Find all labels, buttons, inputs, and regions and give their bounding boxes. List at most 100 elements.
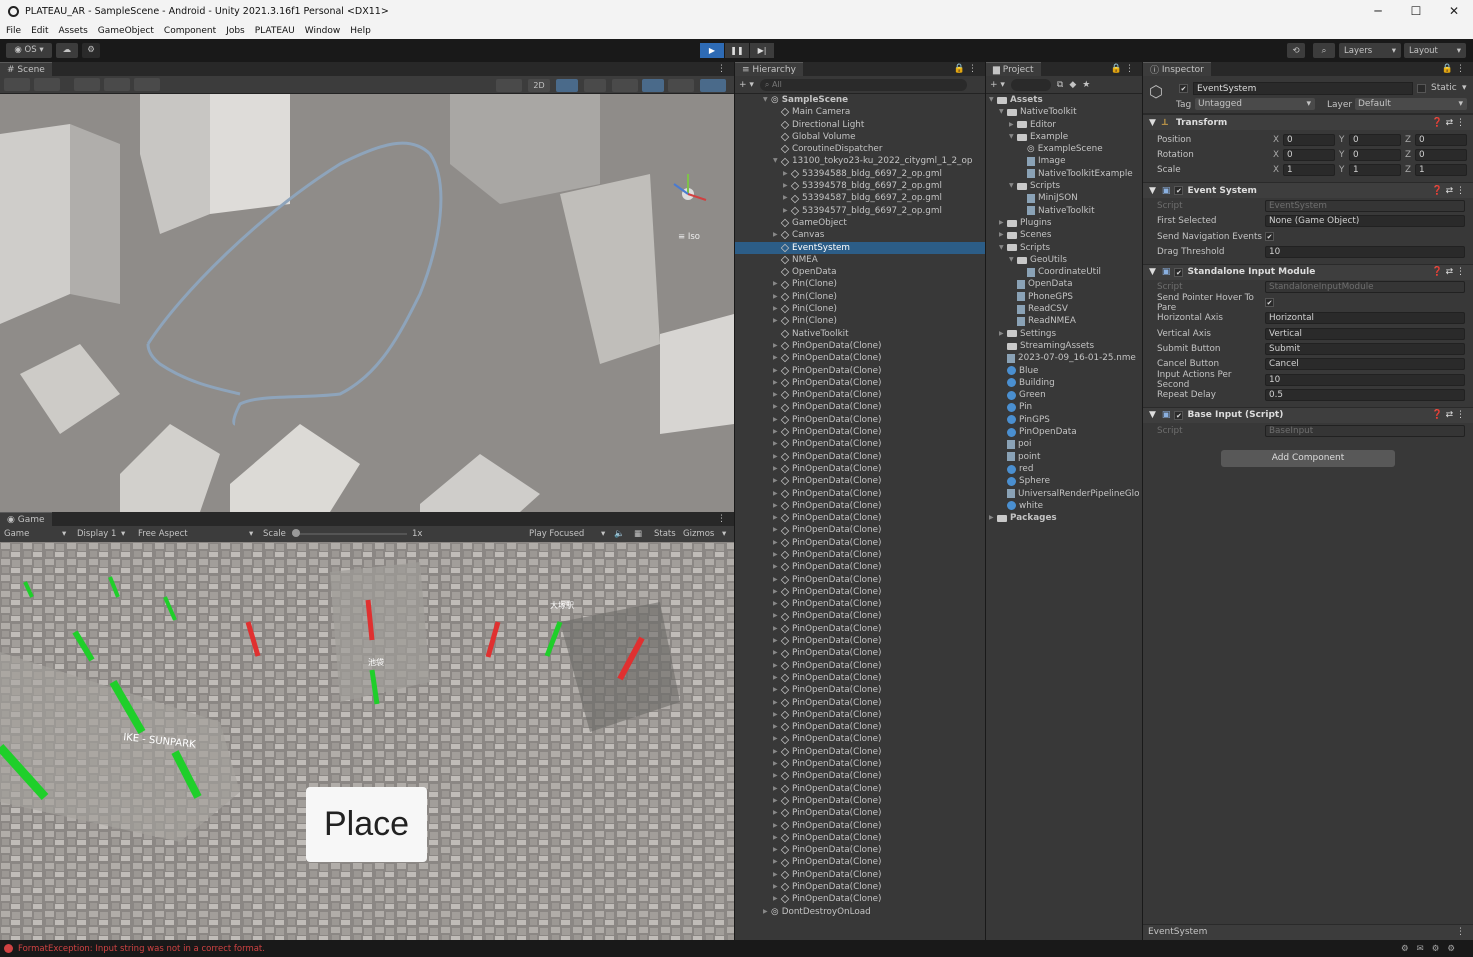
tree-item[interactable]: ▶ Canvas — [735, 229, 985, 241]
tree-item[interactable]: ▶ PinOpenData(Clone) — [735, 672, 985, 684]
tree-item[interactable]: ▶ Pin(Clone) — [735, 291, 985, 303]
tree-item[interactable]: ▶ PinOpenData(Clone) — [735, 340, 985, 352]
tree-item[interactable]: ▶ PinOpenData(Clone) — [735, 832, 985, 844]
tree-item[interactable]: white — [986, 500, 1142, 512]
property-value-field[interactable]: 10 — [1265, 246, 1465, 259]
tree-item[interactable]: ▶ PinOpenData(Clone) — [735, 426, 985, 438]
tree-item[interactable]: ▶ PinOpenData(Clone) — [735, 598, 985, 610]
pause-button[interactable]: ❚❚ — [725, 43, 749, 58]
tree-item[interactable]: ▶ PinOpenData(Clone) — [735, 561, 985, 573]
layout-dropdown[interactable]: Layout ▾ — [1404, 43, 1466, 58]
tab-hierarchy[interactable]: ≡ Hierarchy — [735, 62, 803, 76]
tree-item[interactable]: ▶ PinOpenData(Clone) — [735, 549, 985, 561]
tree-item[interactable]: EventSystem — [735, 241, 985, 254]
tree-item[interactable]: ▶ PinOpenData(Clone) — [735, 451, 985, 463]
tree-item[interactable]: Global Volume — [735, 131, 985, 143]
fold-arrow-icon[interactable]: ▶ — [783, 180, 791, 192]
fold-arrow-icon[interactable]: ▶ — [773, 672, 781, 684]
tree-item[interactable]: StreamingAssets — [986, 340, 1142, 352]
game-mode-dropdown[interactable]: Game — [4, 529, 29, 539]
tree-item[interactable]: CoroutineDispatcher — [735, 143, 985, 155]
undo-history-button[interactable]: ⟲ — [1287, 43, 1305, 58]
tree-item[interactable]: ▶ PinOpenData(Clone) — [735, 586, 985, 598]
tree-item[interactable]: ▶ PinOpenData(Clone) — [735, 807, 985, 819]
fold-arrow-icon[interactable]: ▶ — [1009, 119, 1017, 131]
fold-arrow-icon[interactable]: ▼ — [999, 242, 1007, 254]
tree-item[interactable]: ▶ Plugins — [986, 217, 1142, 229]
tree-item[interactable]: ReadCSV — [986, 303, 1142, 315]
fold-arrow-icon[interactable]: ▶ — [773, 475, 781, 487]
tree-item[interactable]: ▶ PinOpenData(Clone) — [735, 893, 985, 905]
transform-header[interactable]: ▼ ⟂ Transform ❓ ⇄ ⋮ — [1143, 114, 1473, 130]
mute-audio-icon[interactable]: 🔈 — [614, 529, 625, 539]
tree-item[interactable]: ▶ PinOpenData(Clone) — [735, 352, 985, 364]
tree-item[interactable]: ▶ 53394577_bldg_6697_2_op.gml — [735, 205, 985, 217]
fold-arrow-icon[interactable]: ▼ — [999, 106, 1007, 118]
more-menu-icon[interactable]: ⋮ — [1125, 64, 1134, 74]
tree-item[interactable]: NativeToolkit — [986, 205, 1142, 217]
tree-item[interactable]: ▶ PinOpenData(Clone) — [735, 463, 985, 475]
fold-arrow-icon[interactable]: ▼ — [763, 94, 771, 106]
fold-arrow-icon[interactable]: ▶ — [773, 315, 781, 327]
vector-x-field[interactable]: 0 — [1283, 133, 1335, 146]
play-focused-dropdown[interactable]: Play Focused — [529, 529, 584, 539]
tree-item[interactable]: ▶ PinOpenData(Clone) — [735, 820, 985, 832]
tree-item[interactable]: ▶ PinOpenData(Clone) — [735, 684, 985, 696]
render-mode-dropdown[interactable] — [34, 78, 60, 91]
grid-snap-dropdown[interactable] — [74, 78, 100, 91]
vector-x-field[interactable]: 0 — [1283, 149, 1335, 162]
game-viewport[interactable]: IKE - SUNPARK 池袋 大塚駅 — [0, 542, 734, 940]
tag-icon[interactable]: ◆ — [1069, 80, 1076, 90]
stats-button[interactable]: Stats — [654, 529, 676, 539]
tag-dropdown[interactable]: Untagged ▾ — [1195, 98, 1315, 110]
component-menu-icon[interactable]: ❓ ⇄ ⋮ — [1432, 186, 1465, 196]
tree-item[interactable]: ▶ 53394587_bldg_6697_2_op.gml — [735, 192, 985, 204]
vector-y-field[interactable]: 0 — [1349, 133, 1401, 146]
property-value-field[interactable]: Cancel — [1265, 358, 1465, 371]
tree-item[interactable]: MiniJSON — [986, 192, 1142, 204]
static-checkbox[interactable] — [1417, 84, 1426, 93]
tree-item[interactable]: ▶ PinOpenData(Clone) — [735, 869, 985, 881]
tree-item[interactable]: PhoneGPS — [986, 291, 1142, 303]
tree-item[interactable]: ▶ PinOpenData(Clone) — [735, 438, 985, 450]
tab-inspector[interactable]: ⓘ Inspector — [1143, 62, 1211, 76]
scale-slider[interactable] — [292, 533, 407, 535]
component-menu-icon[interactable]: ❓ ⇄ ⋮ — [1432, 118, 1465, 128]
tree-item[interactable]: ▶ PinOpenData(Clone) — [735, 844, 985, 856]
step-button[interactable]: ▶| — [750, 43, 774, 58]
tree-item[interactable]: ▶ PinOpenData(Clone) — [735, 795, 985, 807]
component-menu-icon[interactable]: ❓ ⇄ ⋮ — [1432, 267, 1465, 277]
tree-item[interactable]: ▶ PinOpenData(Clone) — [735, 623, 985, 635]
camera-dropdown[interactable] — [668, 79, 694, 92]
tree-item[interactable]: ▶ PinOpenData(Clone) — [735, 524, 985, 536]
lock-icon[interactable]: 🔒 — [954, 64, 965, 74]
tree-item[interactable]: ▶ PinOpenData(Clone) — [735, 647, 985, 659]
minimize-button[interactable]: ─ — [1359, 0, 1397, 23]
property-value-field[interactable]: 0.5 — [1265, 389, 1465, 402]
fold-arrow-icon[interactable]: ▶ — [999, 328, 1007, 340]
layer-dropdown[interactable]: Default ▾ — [1355, 98, 1467, 110]
aspect-dropdown[interactable]: Free Aspect — [138, 529, 188, 539]
scale-slider-handle[interactable] — [292, 529, 300, 537]
tree-item[interactable]: ▶ PinOpenData(Clone) — [735, 697, 985, 709]
tree-item[interactable]: ▶ Editor — [986, 119, 1142, 131]
tree-item[interactable]: ▶ PinOpenData(Clone) — [735, 610, 985, 622]
tree-item[interactable]: Directional Light — [735, 119, 985, 131]
component-header[interactable]: ▼ ▣ ✔ Base Input (Script) ❓ ⇄ ⋮ — [1143, 406, 1473, 423]
tree-item[interactable]: ▶ Packages — [986, 512, 1142, 524]
tree-item[interactable]: ▶ PinOpenData(Clone) — [735, 500, 985, 512]
fold-arrow-icon[interactable]: ▶ — [989, 512, 997, 524]
orientation-gizmo[interactable] — [668, 170, 712, 214]
tab-game[interactable]: ◉ Game — [0, 512, 52, 526]
tree-item[interactable]: ▶ Pin(Clone) — [735, 278, 985, 290]
tree-item[interactable]: Image — [986, 155, 1142, 167]
search-button[interactable]: ⌕ — [1313, 43, 1335, 58]
tree-item[interactable]: Building — [986, 377, 1142, 389]
tree-item[interactable]: Green — [986, 389, 1142, 401]
add-button[interactable]: + ▾ — [990, 80, 1005, 90]
tab-project[interactable]: ▆ Project — [986, 62, 1041, 76]
tree-item[interactable]: ▶ PinOpenData(Clone) — [735, 746, 985, 758]
tree-item[interactable]: Main Camera — [735, 106, 985, 118]
gizmos-dropdown[interactable] — [700, 79, 726, 92]
fold-arrow-icon[interactable]: ▶ — [999, 229, 1007, 241]
